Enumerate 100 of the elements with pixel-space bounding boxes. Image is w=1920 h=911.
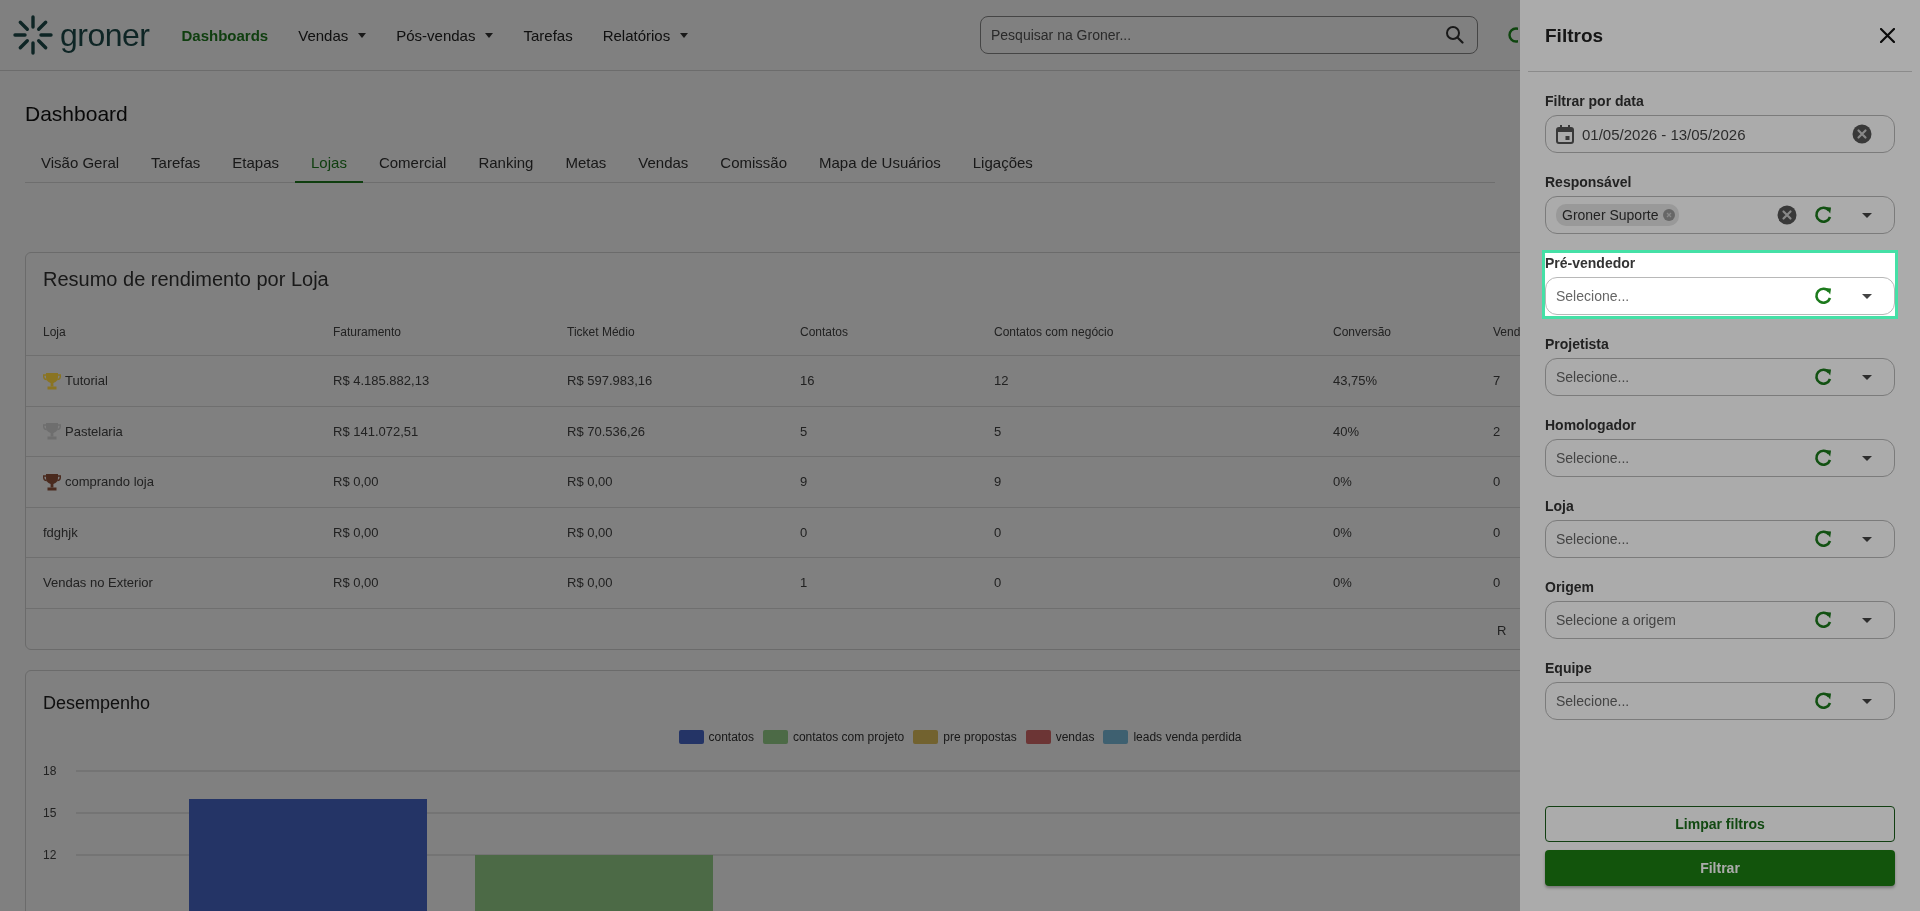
- select-field[interactable]: Selecione...: [1545, 358, 1895, 396]
- column-header: Conversão: [1333, 325, 1393, 339]
- select-field[interactable]: Selecione...: [1545, 682, 1895, 720]
- dropdown-caret-icon[interactable]: [1862, 455, 1872, 461]
- dropdown-caret-icon[interactable]: [1862, 698, 1872, 704]
- table-cell-text: 9: [800, 474, 809, 490]
- refresh-icon[interactable]: [1813, 205, 1832, 225]
- tab[interactable]: Metas: [549, 145, 623, 183]
- table-cell-text: 5: [800, 423, 809, 439]
- table-cell-text: 2: [1493, 423, 1502, 439]
- refresh-icon[interactable]: [1813, 529, 1832, 549]
- table-cell: Pastelaria: [65, 423, 123, 439]
- filter-button[interactable]: Filtrar: [1545, 850, 1895, 886]
- table-cell-text: 5: [994, 423, 1003, 439]
- table-cell-text: 1: [800, 575, 809, 591]
- legend-label: leads venda perdida: [1133, 730, 1242, 744]
- select-field[interactable]: Groner Suporte: [1545, 196, 1895, 234]
- sunburst-logo-icon: [12, 14, 54, 56]
- select-field[interactable]: Selecione...: [1545, 277, 1895, 315]
- table-cell-text: 0: [994, 575, 1003, 591]
- table-cell-text: R$ 597.983,16: [567, 373, 654, 389]
- column-header: Contatos com negócio: [994, 325, 1115, 339]
- clear-icon[interactable]: [1777, 205, 1797, 225]
- refresh-icon[interactable]: [1813, 610, 1832, 630]
- table-cell-text: R$ 4.185.882,13: [333, 373, 431, 389]
- nav-menu-item[interactable]: Dashboards: [181, 26, 269, 44]
- refresh-icon[interactable]: [1813, 367, 1832, 387]
- tab[interactable]: Visão Geral: [25, 145, 136, 183]
- dropdown-caret-icon[interactable]: [1862, 617, 1872, 623]
- select-field[interactable]: Selecione a origem: [1545, 601, 1895, 639]
- table-cell-text: 7: [1493, 373, 1502, 389]
- refresh-icon[interactable]: [1813, 448, 1832, 468]
- table-cell-text: 40%: [1333, 423, 1361, 439]
- axis-tick-label: 12: [43, 848, 57, 862]
- refresh-icon[interactable]: [1813, 286, 1832, 306]
- tab[interactable]: Vendas: [622, 145, 705, 183]
- legend-swatch: [762, 730, 788, 744]
- tab[interactable]: Lojas: [295, 145, 363, 183]
- page-title: Dashboard: [25, 102, 129, 126]
- select-field[interactable]: Selecione...: [1545, 520, 1895, 558]
- table-cell-text: R$ 0,00: [333, 524, 380, 540]
- axis-tick-label: 15: [43, 806, 57, 820]
- table-cell-text: 16: [800, 373, 816, 389]
- tab[interactable]: Tarefas: [135, 145, 217, 183]
- table-cell-text: R$ 0,00: [567, 524, 614, 540]
- tab[interactable]: Ranking: [462, 145, 550, 183]
- column-header: Ticket Médio: [567, 325, 636, 339]
- tab[interactable]: Etapas: [216, 145, 295, 183]
- footer-text: R: [1496, 623, 1508, 638]
- nav-menu-item[interactable]: Relatórios: [602, 26, 689, 44]
- table-cell-text: 43,75%: [1333, 373, 1379, 389]
- legend-label: pre propostas: [943, 730, 1017, 744]
- search-field[interactable]: Pesquisar na Groner...: [980, 16, 1478, 54]
- dropdown-caret-icon[interactable]: [1862, 293, 1872, 299]
- column-header: Vend: [1493, 325, 1520, 339]
- legend-swatch: [1025, 730, 1051, 744]
- tab[interactable]: Ligações: [956, 145, 1049, 183]
- panel-title: Filtros: [1545, 24, 1604, 47]
- tab[interactable]: Mapa de Usuários: [803, 145, 957, 183]
- table-cell-text: 0: [1493, 524, 1502, 540]
- date-range-field[interactable]: 01/05/2026 - 13/05/2026: [1545, 115, 1895, 153]
- column-header: Loja: [42, 325, 67, 339]
- field-label: Filtrar por data: [1545, 92, 1645, 111]
- table-cell: comprando loja: [65, 474, 154, 490]
- tab[interactable]: Comissão: [704, 145, 804, 183]
- table-cell-text: R$ 70.536,26: [567, 423, 647, 439]
- legend-swatch: [1103, 730, 1129, 744]
- table-cell-text: R$ 0,00: [333, 474, 380, 490]
- clear-filters-button[interactable]: Limpar filtros: [1545, 806, 1895, 842]
- clear-icon[interactable]: [1852, 124, 1872, 144]
- nav-menu-item[interactable]: Pós-vendas: [396, 26, 494, 44]
- legend-label: contatos: [708, 730, 754, 744]
- field-label: Pré-vendedor: [1545, 254, 1637, 273]
- nav-menu-item[interactable]: Vendas: [298, 26, 367, 44]
- table-cell-text: 0: [800, 524, 809, 540]
- field-label: Origem: [1545, 578, 1595, 597]
- logo-text: groner: [60, 16, 150, 54]
- table-cell-text: fdghjk: [42, 524, 79, 540]
- card-title: Desempenho: [42, 692, 152, 714]
- field-label: Homologador: [1545, 416, 1637, 435]
- dropdown-caret-icon[interactable]: [1862, 212, 1872, 218]
- table-cell-text: Vendas no Exterior: [42, 575, 154, 591]
- table-cell-text: 12: [994, 373, 1010, 389]
- dropdown-caret-icon[interactable]: [1862, 536, 1872, 542]
- column-header: Faturamento: [333, 325, 403, 339]
- table-cell-text: 0%: [1333, 524, 1353, 540]
- column-header: Contatos: [800, 325, 850, 339]
- nav-menu-item[interactable]: Tarefas: [523, 26, 573, 44]
- selected-chip[interactable]: Groner Suporte: [1556, 204, 1679, 226]
- select-field[interactable]: Selecione...: [1545, 439, 1895, 477]
- table-cell-text: 0: [994, 524, 1003, 540]
- tab[interactable]: Comercial: [362, 145, 463, 183]
- table-cell-text: R$ 0,00: [567, 474, 614, 490]
- search-icon[interactable]: [1445, 25, 1464, 44]
- refresh-icon[interactable]: [1813, 691, 1832, 711]
- table-cell-text: 0%: [1333, 575, 1353, 591]
- field-label: Equipe: [1545, 659, 1593, 678]
- dropdown-caret-icon[interactable]: [1862, 374, 1872, 380]
- close-icon[interactable]: [1880, 28, 1895, 43]
- table-cell-text: 0: [1493, 474, 1502, 490]
